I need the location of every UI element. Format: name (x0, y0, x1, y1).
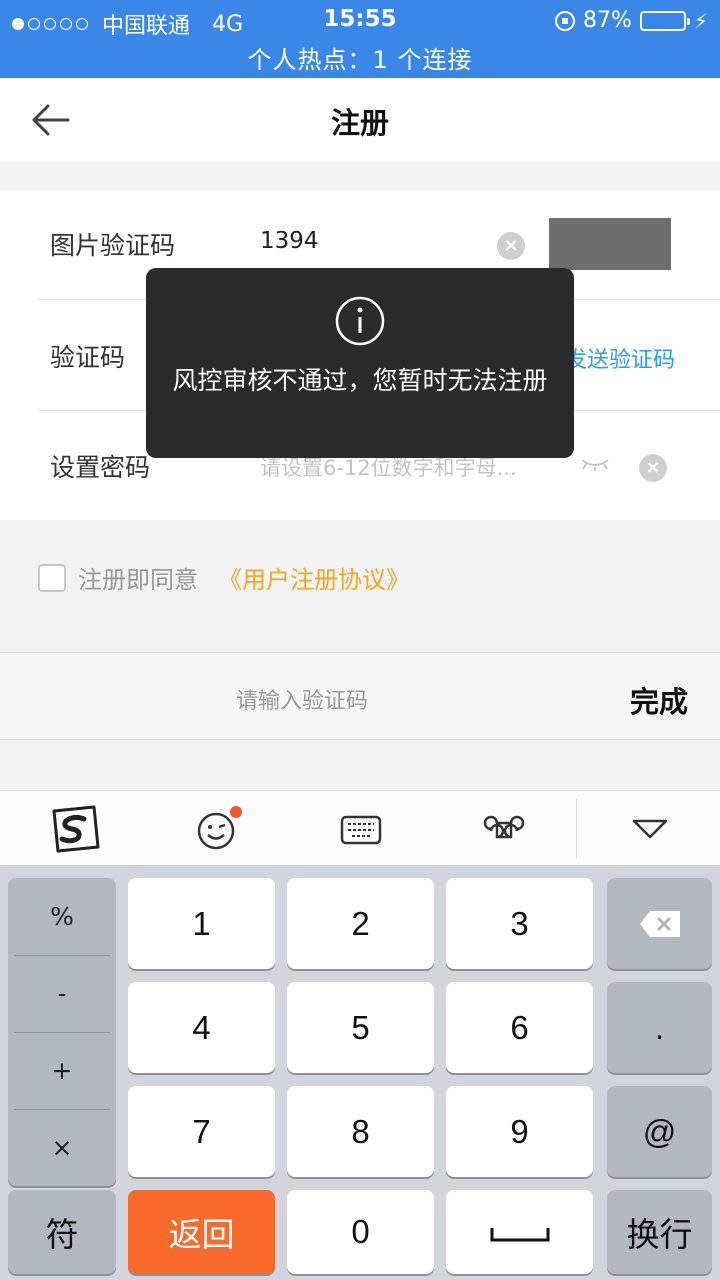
key-4[interactable]: 4 (128, 982, 275, 1073)
key-multiply[interactable]: × (8, 1109, 116, 1186)
backspace-icon (639, 910, 680, 937)
battery-percent: 87% (583, 8, 632, 33)
command-icon[interactable] (475, 805, 535, 853)
toolbar-separator (576, 799, 577, 859)
symbol-column[interactable]: % - + × (8, 878, 116, 1186)
key-minus[interactable]: - (8, 955, 116, 1032)
captcha-image[interactable] (549, 218, 671, 270)
eye-closed-icon[interactable] (580, 456, 610, 472)
key-3[interactable]: 3 (446, 878, 593, 969)
emoji-icon[interactable] (188, 805, 248, 853)
nav-bar: 注册 (0, 78, 720, 162)
sogou-logo-icon[interactable] (44, 805, 104, 853)
accessory-input[interactable]: 请输入验证码 (236, 683, 368, 715)
hide-keyboard-icon[interactable] (620, 805, 680, 853)
delete-key[interactable] (607, 878, 712, 969)
done-button[interactable]: 完成 (630, 679, 688, 721)
clear-icon[interactable]: × (497, 232, 525, 260)
key-at[interactable]: @ (607, 1086, 712, 1177)
key-dot[interactable]: . (607, 982, 712, 1073)
battery-icon (639, 10, 690, 31)
return-key[interactable]: 返回 (128, 1190, 275, 1274)
key-plus[interactable]: + (8, 1032, 116, 1109)
enter-key[interactable]: 换行 (607, 1190, 712, 1274)
numeric-keyboard: % - + × 1 2 3 4 5 6 . 7 8 9 @ 符 返回 0 换行 (0, 866, 720, 1280)
key-6[interactable]: 6 (446, 982, 593, 1073)
key-percent[interactable]: % (8, 878, 116, 955)
key-9[interactable]: 9 (446, 1086, 593, 1177)
keyboard-icon[interactable] (332, 805, 392, 853)
toast-message: 风控审核不通过，您暂时无法注册 (172, 366, 548, 395)
page-title: 注册 (330, 106, 389, 140)
input-accessory-bar: 请输入验证码 完成 (0, 652, 720, 740)
key-2[interactable]: 2 (287, 878, 434, 969)
agreement-link[interactable]: 《用户注册协议》 (218, 560, 410, 595)
agreement-checkbox[interactable] (38, 563, 66, 592)
space-icon (490, 1228, 549, 1242)
info-icon (335, 296, 385, 346)
agreement-text: 注册即同意 (78, 566, 198, 594)
password-label: 设置密码 (50, 453, 151, 482)
image-captcha-label: 图片验证码 (50, 231, 176, 260)
hotspot-banner[interactable]: 个人热点：1 个连接 (0, 40, 720, 75)
clear-icon[interactable]: × (639, 454, 667, 482)
status-bar: 中国联通 4G 15:55 87% ⚡ 个人热点：1 个连接 (0, 0, 720, 78)
key-5[interactable]: 5 (287, 982, 434, 1073)
rotation-lock-icon (555, 10, 576, 31)
status-right: 87% ⚡ (555, 8, 708, 33)
charging-icon: ⚡ (693, 8, 708, 33)
keyboard-toolbar (0, 790, 720, 866)
sms-code-label: 验证码 (50, 343, 126, 372)
key-7[interactable]: 7 (128, 1086, 275, 1177)
agreement-row: 注册即同意 《用户注册协议》 (38, 560, 410, 595)
key-0[interactable]: 0 (287, 1190, 434, 1274)
key-8[interactable]: 8 (287, 1086, 434, 1177)
image-captcha-input[interactable]: 1394 (260, 228, 319, 254)
send-code-button[interactable]: 发送验证码 (565, 342, 675, 374)
space-key[interactable] (446, 1190, 593, 1274)
key-1[interactable]: 1 (128, 878, 275, 969)
symbols-key[interactable]: 符 (8, 1190, 116, 1274)
